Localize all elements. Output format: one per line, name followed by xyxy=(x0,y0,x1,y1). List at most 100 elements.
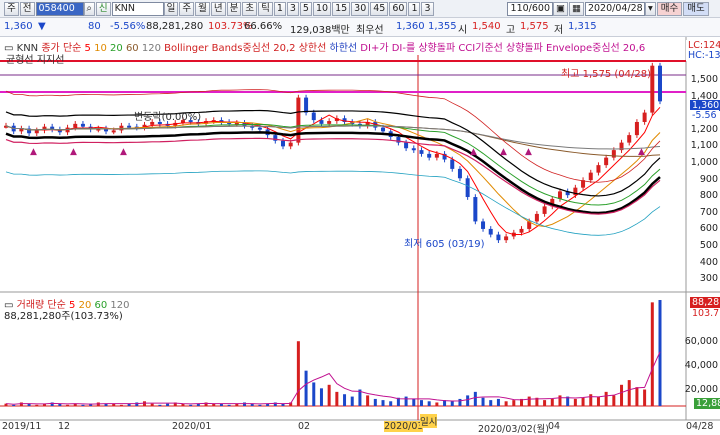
interval-1[interactable]: 1 xyxy=(273,1,286,16)
price-chart[interactable]: ▲ ▲ ▲ ▲ ▲ ▲ ▲ xyxy=(0,37,720,433)
buy-signal-icon: ▲ xyxy=(470,147,477,157)
buy-signal-icon: ▲ xyxy=(525,147,532,157)
candle-body xyxy=(280,140,285,147)
open-value: 1,540 xyxy=(472,21,501,32)
buy-button[interactable]: 매수 xyxy=(656,1,683,16)
period-tab-1[interactable]: 주 xyxy=(179,1,195,16)
stock-name-field[interactable]: KNN xyxy=(111,1,164,16)
volume-bar xyxy=(319,388,323,406)
x-label-3: 02 xyxy=(298,421,311,432)
candle-body xyxy=(434,153,439,158)
stock-code-input[interactable]: 058400 xyxy=(35,1,84,16)
count-field[interactable]: 110/600 xyxy=(507,1,553,16)
volume-bar xyxy=(335,391,339,406)
period-tab-0[interactable]: 일 xyxy=(163,1,179,16)
ma-120: 120 xyxy=(141,43,161,54)
volume-value: 88,281,280 xyxy=(146,21,204,32)
volume-axis-tick: 60,000 xyxy=(684,336,718,347)
buy-signal-icon: ▲ xyxy=(30,147,37,157)
candle-body xyxy=(473,197,478,222)
calendar-icon[interactable]: ▾ xyxy=(644,1,656,16)
line2b-label: 지지선 xyxy=(36,55,65,66)
interval-3[interactable]: 3 xyxy=(286,1,299,16)
candle-body xyxy=(327,121,332,124)
price-axis-tick: 1,100 xyxy=(690,140,718,152)
change-value: 80 xyxy=(88,21,101,32)
lower-label: 하한선 xyxy=(329,43,358,54)
price-axis-tick: 800 xyxy=(699,190,718,202)
candle-body xyxy=(411,148,416,151)
period-tab-3[interactable]: 년 xyxy=(210,1,226,16)
volume-bar xyxy=(189,404,193,406)
trade-button[interactable]: 신 xyxy=(95,1,111,16)
volume-bar xyxy=(627,380,631,406)
interval-1b[interactable]: 1 xyxy=(408,1,421,16)
prev-button[interactable]: 전 xyxy=(19,1,35,16)
period-button[interactable]: 주 xyxy=(4,1,19,16)
price-axis-tick: 600 xyxy=(699,223,718,235)
interval-5[interactable]: 5 xyxy=(299,1,312,16)
candle-body xyxy=(465,178,470,198)
candle-body xyxy=(481,221,486,229)
volume-bar xyxy=(427,401,431,406)
sell-button[interactable]: 매도 xyxy=(683,1,709,16)
vol-mid-tag: 12,88 xyxy=(694,398,720,409)
volume-bar xyxy=(604,391,608,406)
volume-bar xyxy=(296,341,300,406)
volume-bar xyxy=(373,398,377,406)
interval-3b[interactable]: 3 xyxy=(421,1,434,16)
cci-label: CCI기준선 상향돌파 xyxy=(458,43,543,54)
interval-60[interactable]: 60 xyxy=(389,1,408,16)
volume-bar xyxy=(258,404,262,406)
volume-value-label: 88,281,280주(103.73%) xyxy=(4,311,123,322)
volume-bar xyxy=(19,402,23,406)
x-label-2: 2020/01 xyxy=(172,421,212,432)
candle-body xyxy=(627,135,632,143)
candle-body xyxy=(427,153,432,158)
price-axis-tick: 1,200 xyxy=(690,123,718,135)
date-field[interactable]: 2020/04/28 xyxy=(584,1,645,16)
interval-10[interactable]: 10 xyxy=(312,1,332,16)
buy-signal-icon: ▲ xyxy=(120,147,127,157)
lock-icon[interactable]: ▣ xyxy=(553,1,568,16)
high-value: 1,575 xyxy=(520,21,549,32)
high-label: 고 xyxy=(506,25,516,36)
buy-signal-icon: ▲ xyxy=(638,147,645,157)
toolbar-row-1: 주 전 058400 ⌕ 신 KNN 일 주 월 년 분 초 틱 1 3 5 1… xyxy=(0,0,720,18)
x-label-6: 04 xyxy=(548,421,561,432)
x-label-0: 2019/11 xyxy=(2,421,42,432)
interval-15[interactable]: 15 xyxy=(332,1,351,16)
candle-body xyxy=(381,127,386,132)
down-arrow-icon: ▼ xyxy=(38,21,46,32)
line2a-label: 균형선 xyxy=(6,55,34,66)
candle-body xyxy=(288,142,293,147)
candle-body xyxy=(542,206,547,214)
interval-30[interactable]: 30 xyxy=(351,1,370,16)
candle-body xyxy=(596,165,601,173)
volume-bar xyxy=(489,400,493,406)
volume-bar xyxy=(389,401,393,406)
volume-bar xyxy=(119,404,123,406)
volume-bar xyxy=(558,395,562,406)
grid-icon[interactable]: ▦ xyxy=(568,1,584,16)
volume-bar xyxy=(304,370,308,406)
volume-bar xyxy=(612,395,616,406)
volume-bar xyxy=(466,395,470,406)
period-tab-2[interactable]: 월 xyxy=(195,1,210,16)
volume-bar xyxy=(458,398,462,406)
period-tab-6[interactable]: 틱 xyxy=(258,1,273,16)
volume-bar xyxy=(81,404,85,406)
interval-45[interactable]: 45 xyxy=(370,1,389,16)
x-label-7: 04/28 xyxy=(686,421,714,432)
price-axis-tick: 1,500 xyxy=(690,74,718,85)
search-icon[interactable]: ⌕ xyxy=(83,1,95,16)
volume-bar xyxy=(512,400,516,406)
volume-bar xyxy=(66,404,70,406)
volume-bar xyxy=(643,389,647,406)
ma-5: 5 xyxy=(84,43,91,54)
price-value: 1,360 xyxy=(4,21,33,32)
period-tab-5[interactable]: 초 xyxy=(242,1,258,16)
period-tab-4[interactable]: 분 xyxy=(226,1,242,16)
low-value: 1,315 xyxy=(568,21,597,32)
upper-label: 상한선 xyxy=(298,43,327,54)
